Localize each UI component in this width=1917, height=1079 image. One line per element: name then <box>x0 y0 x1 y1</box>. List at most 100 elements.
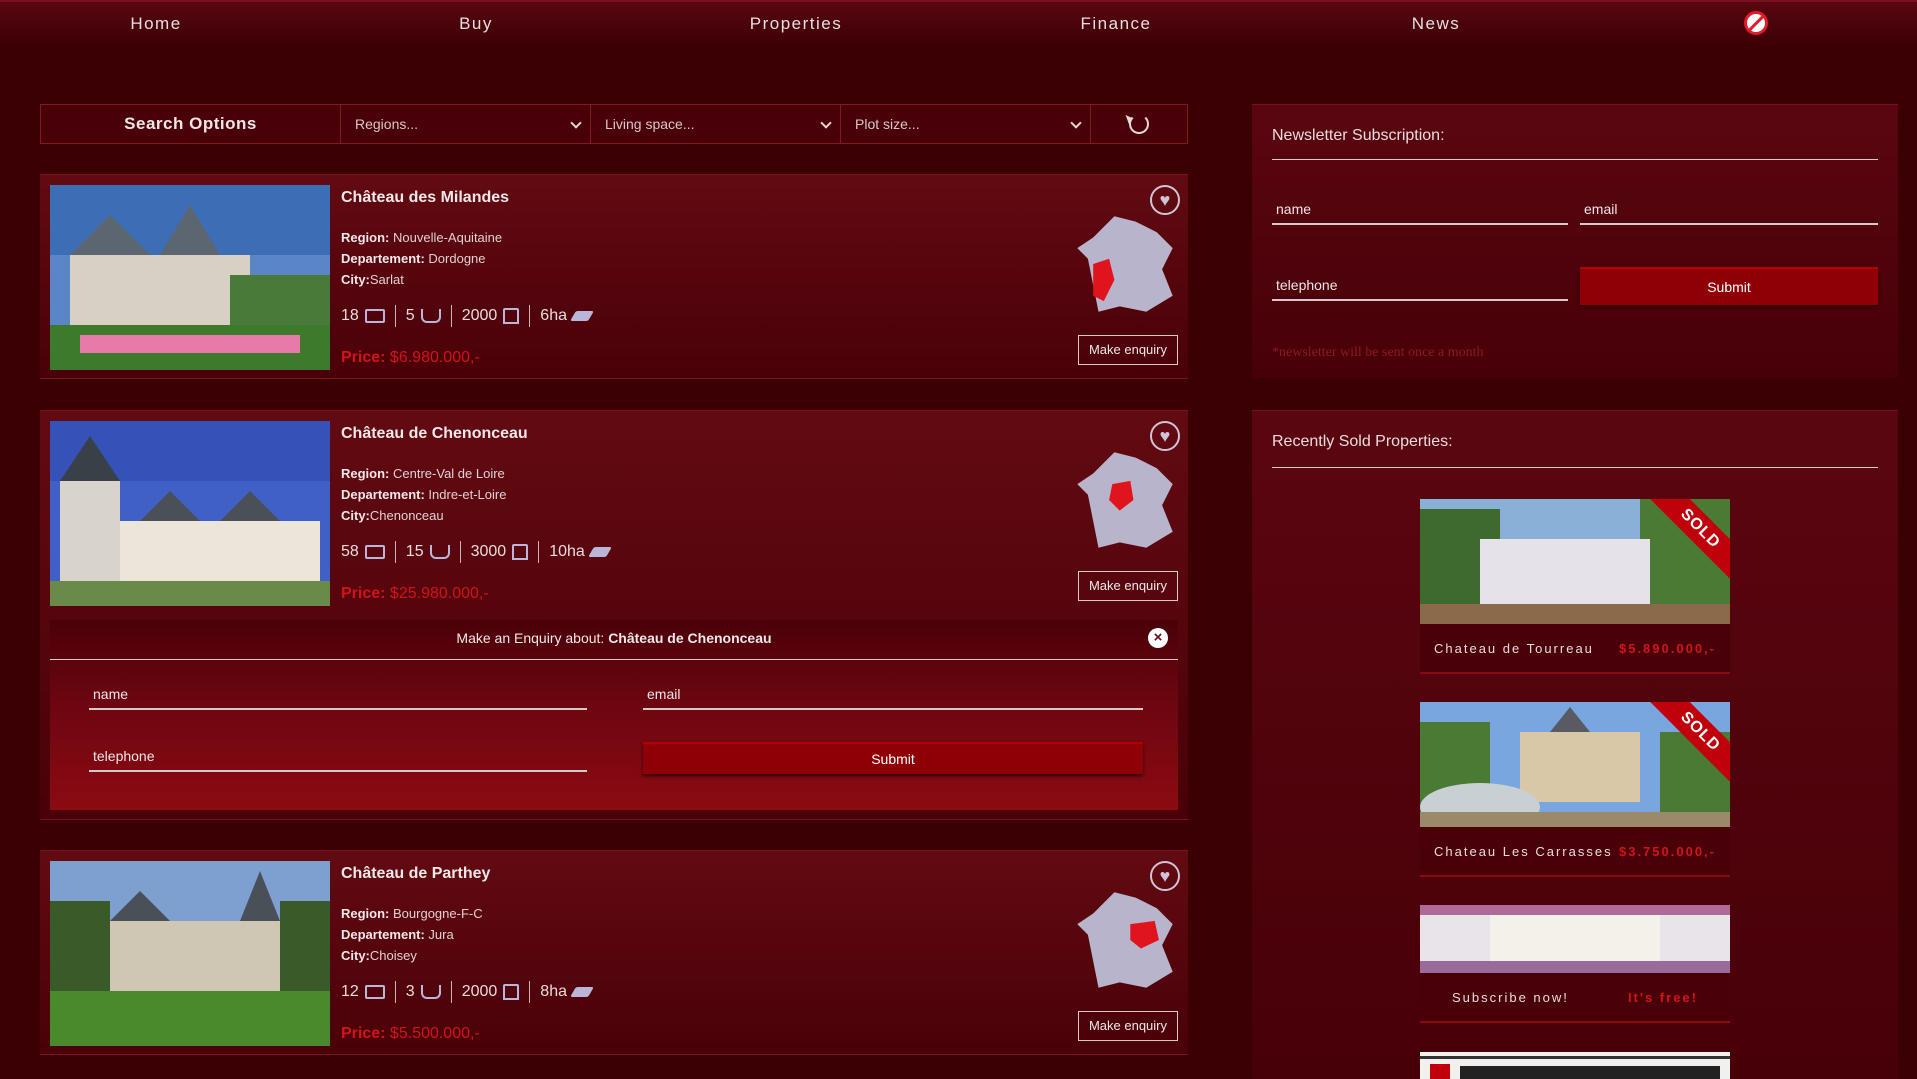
city-label: City: <box>341 508 370 523</box>
living-space-select[interactable]: Living space... <box>591 105 841 143</box>
baths-count: 15 <box>405 543 424 560</box>
property-photo[interactable] <box>50 185 330 370</box>
property-photo[interactable] <box>50 421 330 606</box>
dept-value: Jura <box>428 927 454 942</box>
enquiry-submit-button[interactable]: Submit <box>643 742 1143 774</box>
living-area: 2000 <box>461 983 498 1000</box>
city-label: City: <box>341 272 370 287</box>
region-value: Nouvelle-Aquitaine <box>393 230 503 245</box>
property-stats: 12 3 2000 8ha <box>341 981 611 1003</box>
reset-search-button[interactable] <box>1091 105 1187 143</box>
dept-value: Indre-et-Loire <box>428 487 507 502</box>
living-area: 3000 <box>470 543 507 560</box>
sold-property-name: Chateau de Tourreau <box>1434 640 1594 656</box>
beds-count: 12 <box>341 983 359 1000</box>
enquiry-telephone-field[interactable]: telephone <box>89 742 587 772</box>
region-label: Region: <box>341 906 390 921</box>
property-details: Region: Nouvelle-Aquitaine Departement: … <box>341 227 502 290</box>
price-label: Price: <box>341 585 386 602</box>
newsletter-name-field[interactable]: name <box>1272 195 1568 225</box>
brand-logo-icon[interactable] <box>1744 11 1768 35</box>
property-name[interactable]: Château de Parthey <box>341 865 490 883</box>
price-label: Price: <box>341 1025 386 1042</box>
city-label: City: <box>341 948 370 963</box>
property-name[interactable]: Château des Milandes <box>341 189 509 207</box>
nav-buy[interactable]: Buy <box>396 2 556 46</box>
magazine-banner-image[interactable] <box>1420 1052 1730 1079</box>
property-stats: 58 15 3000 10ha <box>341 541 629 563</box>
city-value: Sarlat <box>369 272 404 287</box>
property-photo[interactable] <box>50 861 330 1046</box>
enquiry-form: Make an Enquiry about: Château de Chenon… <box>50 620 1178 810</box>
nav-finance[interactable]: Finance <box>1036 2 1196 46</box>
property-stats: 18 5 2000 6ha <box>341 305 611 327</box>
magazine-promo-image <box>1420 905 1730 973</box>
land-icon <box>587 547 612 557</box>
land-icon <box>570 311 594 321</box>
dept-label: Departement: <box>341 487 425 502</box>
property-price: Price: $5.500.000,- <box>341 1025 480 1043</box>
newsletter-telephone-field[interactable]: telephone <box>1272 271 1568 301</box>
plot-size-select[interactable]: Plot size... <box>841 105 1091 143</box>
promo-subscribe-text[interactable]: Subscribe now! <box>1434 990 1569 1005</box>
sold-property-name: Chateau Les Carrasses <box>1434 843 1613 859</box>
newsletter-note: *newsletter will be sent once a month <box>1272 345 1484 360</box>
make-enquiry-button[interactable]: Make enquiry <box>1078 571 1178 601</box>
divider <box>1272 467 1878 468</box>
sold-property-price: $5.890.000,- <box>1618 640 1716 656</box>
make-enquiry-button[interactable]: Make enquiry <box>1078 335 1178 365</box>
france-region-map <box>1077 452 1173 548</box>
property-price: Price: $6.980.000,- <box>341 349 480 367</box>
search-options-bar: Search Options Regions... Living space..… <box>40 104 1188 144</box>
sold-property-price: $3.750.000,- <box>1618 843 1716 859</box>
living-space-select-value: Living space... <box>605 116 695 132</box>
promo-free-text: It's free! <box>1627 989 1698 1005</box>
enquiry-name-field[interactable]: name <box>89 680 587 710</box>
sold-property-photo: SOLD <box>1420 499 1730 624</box>
plot-size: 6ha <box>540 307 567 324</box>
house-area-icon <box>503 984 520 1000</box>
enquiry-heading: Make an Enquiry about: Château de Chenon… <box>50 620 1178 660</box>
bathtub-icon <box>420 309 441 323</box>
city-value: Chenonceau <box>369 508 444 523</box>
close-icon[interactable]: × <box>1148 628 1168 648</box>
dept-label: Departement: <box>341 927 425 942</box>
price-value: $6.980.000,- <box>389 349 480 366</box>
enquiry-heading-property: Château de Chenonceau <box>608 630 772 646</box>
chevron-down-icon <box>1070 117 1082 129</box>
price-label: Price: <box>341 349 386 366</box>
chevron-down-icon <box>820 117 832 129</box>
top-navigation: Home Buy Properties Finance News <box>0 0 1917 44</box>
sold-property-card[interactable]: SOLD Chateau Les Carrasses $3.750.000,- <box>1420 702 1730 877</box>
enquiry-email-field[interactable]: email <box>643 680 1143 710</box>
region-value: Bourgogne-F-C <box>393 906 483 921</box>
france-region-map <box>1077 892 1173 988</box>
newsletter-email-field[interactable]: email <box>1580 195 1878 225</box>
region-label: Region: <box>341 466 390 481</box>
property-card: Château des Milandes Region: Nouvelle-Aq… <box>40 174 1188 379</box>
property-name[interactable]: Château de Chenonceau <box>341 425 528 443</box>
search-options-title: Search Options <box>41 105 341 143</box>
plot-size: 8ha <box>540 983 567 1000</box>
plot-size-select-value: Plot size... <box>855 116 920 132</box>
make-enquiry-button[interactable]: Make enquiry <box>1078 1011 1178 1041</box>
beds-count: 18 <box>341 307 359 324</box>
property-card: Château de Parthey Region: Bourgogne-F-C… <box>40 850 1188 1055</box>
chevron-down-icon <box>570 117 582 129</box>
newsletter-submit-button[interactable]: Submit <box>1580 267 1878 305</box>
regions-select[interactable]: Regions... <box>341 105 591 143</box>
newsletter-title: Newsletter Subscription: <box>1272 127 1445 144</box>
beds-count: 58 <box>341 543 359 560</box>
property-details: Region: Bourgogne-F-C Departement: Jura … <box>341 903 483 966</box>
nav-home[interactable]: Home <box>76 2 236 46</box>
magazine-promo-card[interactable]: Subscribe now! It's free! <box>1420 905 1730 1023</box>
bathtub-icon <box>420 985 441 999</box>
sold-property-card[interactable]: SOLD Chateau de Tourreau $5.890.000,- <box>1420 499 1730 674</box>
nav-properties[interactable]: Properties <box>716 2 876 46</box>
nav-news[interactable]: News <box>1356 2 1516 46</box>
france-region-map <box>1077 216 1173 312</box>
divider <box>1272 159 1878 160</box>
city-value: Choisey <box>369 948 417 963</box>
bathtub-icon <box>429 545 450 559</box>
price-value: $25.980.000,- <box>389 585 489 602</box>
